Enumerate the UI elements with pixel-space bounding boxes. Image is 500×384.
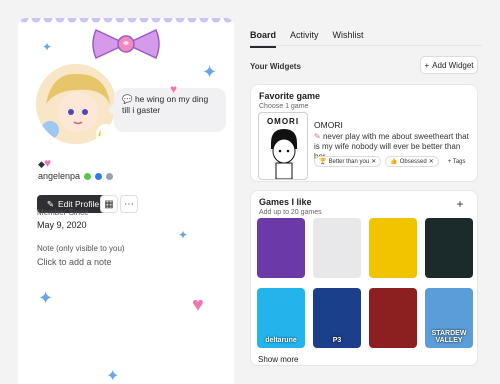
tabs-divider	[250, 45, 482, 46]
add-widget-button[interactable]: + Add Widget	[420, 56, 478, 74]
profile-panel: 💬 he wing on my ding till i gaster ◆ ang…	[18, 18, 234, 384]
heart-icon: ♥	[170, 82, 178, 96]
inventory-button[interactable]: ▦	[100, 195, 118, 213]
sparkle-icon: ✦	[38, 288, 54, 308]
heart-icon: ♥	[192, 294, 204, 316]
avatar-image	[36, 64, 116, 144]
show-more-link[interactable]: Show more	[258, 355, 298, 364]
avatar[interactable]	[34, 62, 118, 146]
status-icon: 💬	[122, 94, 135, 104]
username: angelenpa	[38, 171, 81, 181]
game-cover[interactable]	[369, 288, 417, 348]
games-i-like-subtitle: Add up to 20 games	[259, 209, 322, 216]
add-tags-button[interactable]: + Tags	[442, 156, 471, 167]
add-game-button[interactable]: +	[452, 196, 468, 212]
member-since-value: May 9, 2020	[37, 220, 87, 230]
platform-icon	[95, 172, 103, 180]
game-cover[interactable]	[425, 218, 473, 278]
game-cover[interactable]: STARDEW VALLEY	[425, 288, 473, 348]
game-cover-title: STARDEW VALLEY	[431, 330, 467, 344]
game-cover-title: deltarune	[265, 337, 297, 344]
more-options-button[interactable]: ⋯	[120, 195, 138, 213]
sparkle-icon: ✦	[42, 40, 53, 54]
game-cover[interactable]	[257, 218, 305, 278]
trophy-icon: 🏆	[319, 159, 327, 165]
tag-label: Obsessed	[399, 158, 427, 165]
note-input[interactable]: Click to add a note	[37, 257, 112, 267]
pin-icon: ✎	[314, 132, 323, 141]
favorite-game-cover[interactable]: OMORI	[258, 112, 308, 180]
remove-tag-icon[interactable]: ✕	[429, 158, 434, 165]
bow-decoration	[92, 28, 160, 60]
sparkle-icon: ✦	[202, 62, 218, 82]
member-since-label: Member Since	[37, 208, 89, 217]
omori-character-art	[271, 129, 297, 179]
status-text: he wing on my ding till i gaster	[122, 94, 209, 115]
remove-tag-icon[interactable]: ✕	[371, 158, 376, 165]
heart-icon: ♥	[44, 156, 52, 170]
game-cover[interactable]: deltarune	[257, 288, 305, 348]
plus-icon: +	[456, 197, 464, 211]
shop-icon: ▦	[104, 198, 114, 210]
more-icon: ⋯	[124, 198, 134, 210]
username-row: angelenpa	[38, 170, 114, 182]
sparkle-icon: ✦	[106, 368, 120, 384]
thumbs-icon: 👍	[390, 159, 398, 165]
add-widget-label: Add Widget	[432, 60, 474, 70]
tag-chip[interactable]: 🏆 Better than you ✕	[314, 156, 382, 167]
sparkle-icon: ✦	[178, 228, 189, 242]
badge-icon	[106, 172, 114, 180]
page: 💬 he wing on my ding till i gaster ◆ ang…	[0, 0, 500, 384]
plus-icon: +	[424, 60, 430, 70]
online-status-icon	[84, 172, 92, 180]
tag-chip[interactable]: 👍 Obsessed ✕	[385, 156, 439, 167]
games-i-like-title: Games I like	[259, 197, 312, 207]
game-cover[interactable]	[313, 218, 361, 278]
your-widgets-heading: Your Widgets	[250, 62, 301, 71]
games-grid: deltarune P3 STARDEW VALLEY	[257, 218, 473, 350]
game-tags: 🏆 Better than you ✕ 👍 Obsessed ✕ + Tags	[314, 156, 471, 167]
note-label: Note (only visible to you)	[37, 244, 125, 253]
game-cover[interactable]	[369, 218, 417, 278]
game-cover-title: P3	[332, 337, 342, 344]
tag-label: Better than you	[328, 158, 370, 165]
favorite-game-subtitle: Choose 1 game	[259, 103, 309, 110]
favorite-game-title: Favorite game	[259, 91, 321, 101]
game-cover[interactable]: P3	[313, 288, 361, 348]
favorite-game-name: OMORI	[314, 120, 343, 130]
